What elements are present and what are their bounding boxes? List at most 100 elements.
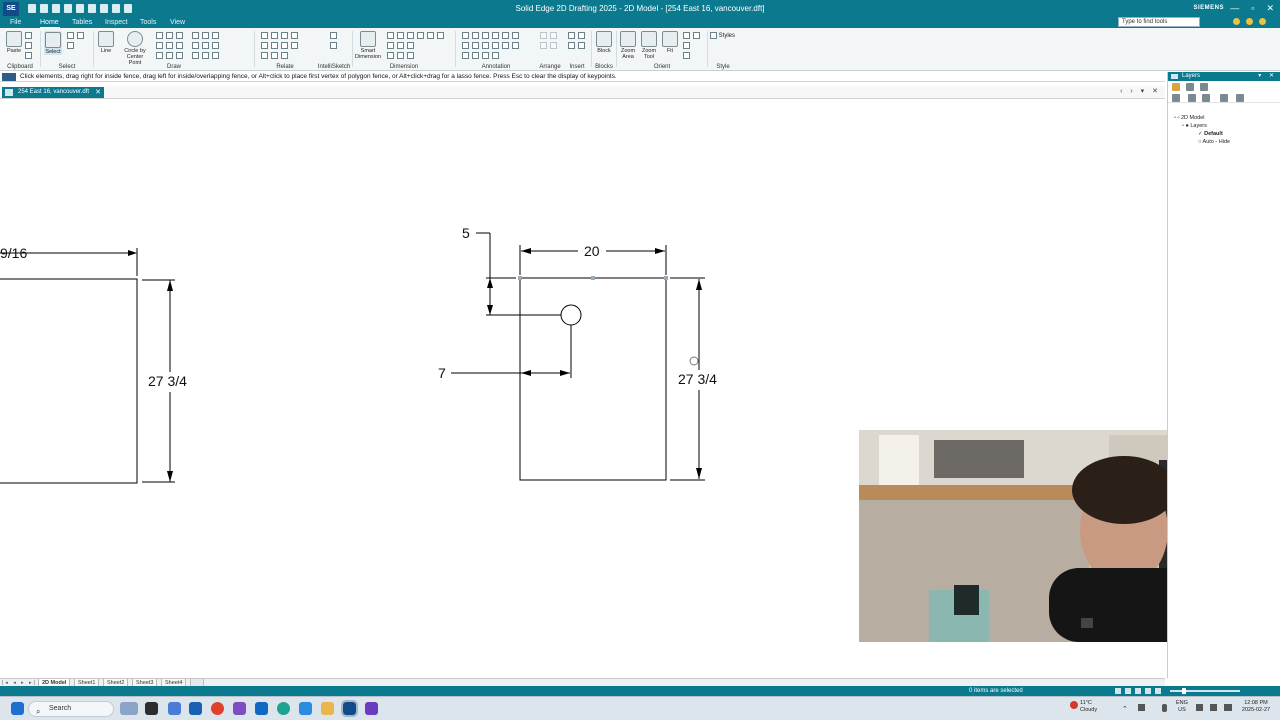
previous-view-icon[interactable] [693, 32, 700, 39]
move-icon[interactable] [192, 32, 199, 39]
circle-button[interactable]: Circle by Center Point [120, 31, 150, 66]
group-icon[interactable] [540, 42, 547, 49]
symmetric-diameter-icon[interactable] [427, 32, 434, 39]
pan-icon[interactable] [683, 32, 690, 39]
dim-style-icon[interactable] [387, 42, 394, 49]
centerline-icon[interactable] [492, 42, 499, 49]
tab-view[interactable]: View [170, 19, 185, 26]
fcf-icon[interactable] [482, 42, 489, 49]
zoom-area-status-icon[interactable] [1125, 688, 1131, 694]
hyperlink-icon[interactable] [568, 42, 575, 49]
hole-vertical-dimension-text[interactable]: 5 [462, 225, 470, 241]
volume-icon[interactable] [1210, 704, 1217, 711]
styles-button[interactable]: Styles [710, 32, 735, 39]
send-back-icon[interactable] [550, 32, 557, 39]
callout-icon[interactable] [462, 32, 469, 39]
ungroup-icon[interactable] [550, 42, 557, 49]
app-icon[interactable] [189, 702, 202, 715]
rectangle-icon[interactable] [156, 32, 163, 39]
select-button[interactable]: Select [44, 31, 62, 55]
dim-copy-icon[interactable] [387, 52, 394, 59]
show-layer-icon[interactable] [1172, 94, 1180, 102]
angular-coordinate-icon[interactable] [417, 32, 424, 39]
hatch-icon[interactable] [202, 42, 209, 49]
hide-layer-icon[interactable] [1188, 94, 1196, 102]
note-icon[interactable] [482, 52, 489, 59]
distance-between-icon[interactable] [387, 32, 394, 39]
hide-all-icon[interactable] [1220, 94, 1228, 102]
select-all-icon[interactable] [67, 42, 74, 49]
equal-icon[interactable] [281, 42, 288, 49]
connect-icon[interactable] [261, 32, 268, 39]
close-button[interactable]: ✕ [1266, 3, 1274, 14]
balloon-icon[interactable] [472, 32, 479, 39]
fillet-icon[interactable] [176, 42, 183, 49]
taskbar-search[interactable]: ⌕ Search [28, 701, 114, 717]
weld-icon[interactable] [492, 32, 499, 39]
parallel-icon[interactable] [281, 32, 288, 39]
plate-rectangle[interactable] [519, 277, 667, 481]
line-button[interactable]: Line [97, 31, 115, 54]
zoom-area-button[interactable]: Zoom Area [619, 31, 637, 60]
rigid-icon[interactable] [281, 52, 288, 59]
arc-icon[interactable] [166, 32, 173, 39]
copy-icon[interactable] [25, 42, 32, 49]
attachment-icon[interactable] [578, 42, 585, 49]
zoom-slider[interactable] [1170, 690, 1240, 692]
smiley-icon[interactable] [1233, 18, 1240, 25]
text-icon[interactable] [472, 42, 479, 49]
new-layer-icon[interactable] [1172, 83, 1180, 91]
show-all-icon[interactable] [1202, 94, 1210, 102]
wifi-icon[interactable] [1196, 704, 1203, 711]
extend-icon[interactable] [212, 42, 219, 49]
tab-inspect[interactable]: Inspect [105, 19, 128, 26]
centermark-icon[interactable] [502, 42, 509, 49]
file-explorer-icon[interactable] [321, 702, 334, 715]
widget-icon[interactable] [120, 702, 138, 715]
plate-width-dimension-text[interactable]: 20 [584, 243, 600, 259]
document-nav-controls[interactable]: ‹ › ▾ ✕ [1120, 87, 1161, 95]
weather-icon[interactable] [1070, 701, 1078, 709]
datum-icon[interactable] [512, 32, 519, 39]
tab-home[interactable]: Home [40, 19, 59, 26]
view-tool-icon[interactable] [1115, 688, 1121, 694]
layer-tool-icon[interactable] [1186, 83, 1194, 91]
chamfer-icon[interactable] [212, 52, 219, 59]
vscode-icon[interactable] [299, 702, 312, 715]
plate-height-dimension-text[interactable]: 27 3/4 [678, 371, 717, 387]
object-icon[interactable] [578, 32, 585, 39]
app-icon[interactable] [365, 702, 378, 715]
left-rectangle[interactable] [0, 278, 138, 484]
tree-layer-auto-hide[interactable]: ○ Auto - Hide [1198, 139, 1230, 145]
clock[interactable]: 12:08 PM 2025-02-27 [1238, 700, 1274, 714]
dim-group-icon[interactable] [407, 42, 414, 49]
surface-texture-icon[interactable] [482, 32, 489, 39]
start-menu-icon[interactable] [11, 702, 24, 715]
zoom-out-icon[interactable] [683, 52, 690, 59]
intellisketch-icon[interactable] [330, 32, 337, 39]
fit-status-icon[interactable] [1145, 688, 1151, 694]
concentric-icon[interactable] [271, 42, 278, 49]
collinear-icon[interactable] [271, 52, 278, 59]
tray-app-icon[interactable] [1138, 704, 1145, 711]
scale-icon[interactable] [212, 32, 219, 39]
edge-condition-icon[interactable] [502, 32, 509, 39]
dim-axis-icon[interactable] [397, 42, 404, 49]
battery-icon[interactable] [1224, 704, 1232, 711]
perpendicular-icon[interactable] [261, 42, 268, 49]
intellisketch-options-icon[interactable] [330, 42, 337, 49]
app-icon[interactable] [168, 702, 181, 715]
options-icon[interactable] [1259, 18, 1266, 25]
zoom-status-icon[interactable] [1135, 688, 1141, 694]
pan-status-icon[interactable] [1155, 688, 1161, 694]
cut-plane-icon[interactable] [492, 52, 499, 59]
bring-front-icon[interactable] [540, 32, 547, 39]
help-icon[interactable] [1246, 18, 1253, 25]
outlook-icon[interactable] [255, 702, 268, 715]
chamfer-dim-icon[interactable] [437, 32, 444, 39]
leader-icon[interactable] [462, 42, 469, 49]
horizontal-icon[interactable] [271, 32, 278, 39]
mirror-icon[interactable] [176, 52, 183, 59]
dim-align-icon[interactable] [397, 52, 404, 59]
angle-between-icon[interactable] [397, 32, 404, 39]
